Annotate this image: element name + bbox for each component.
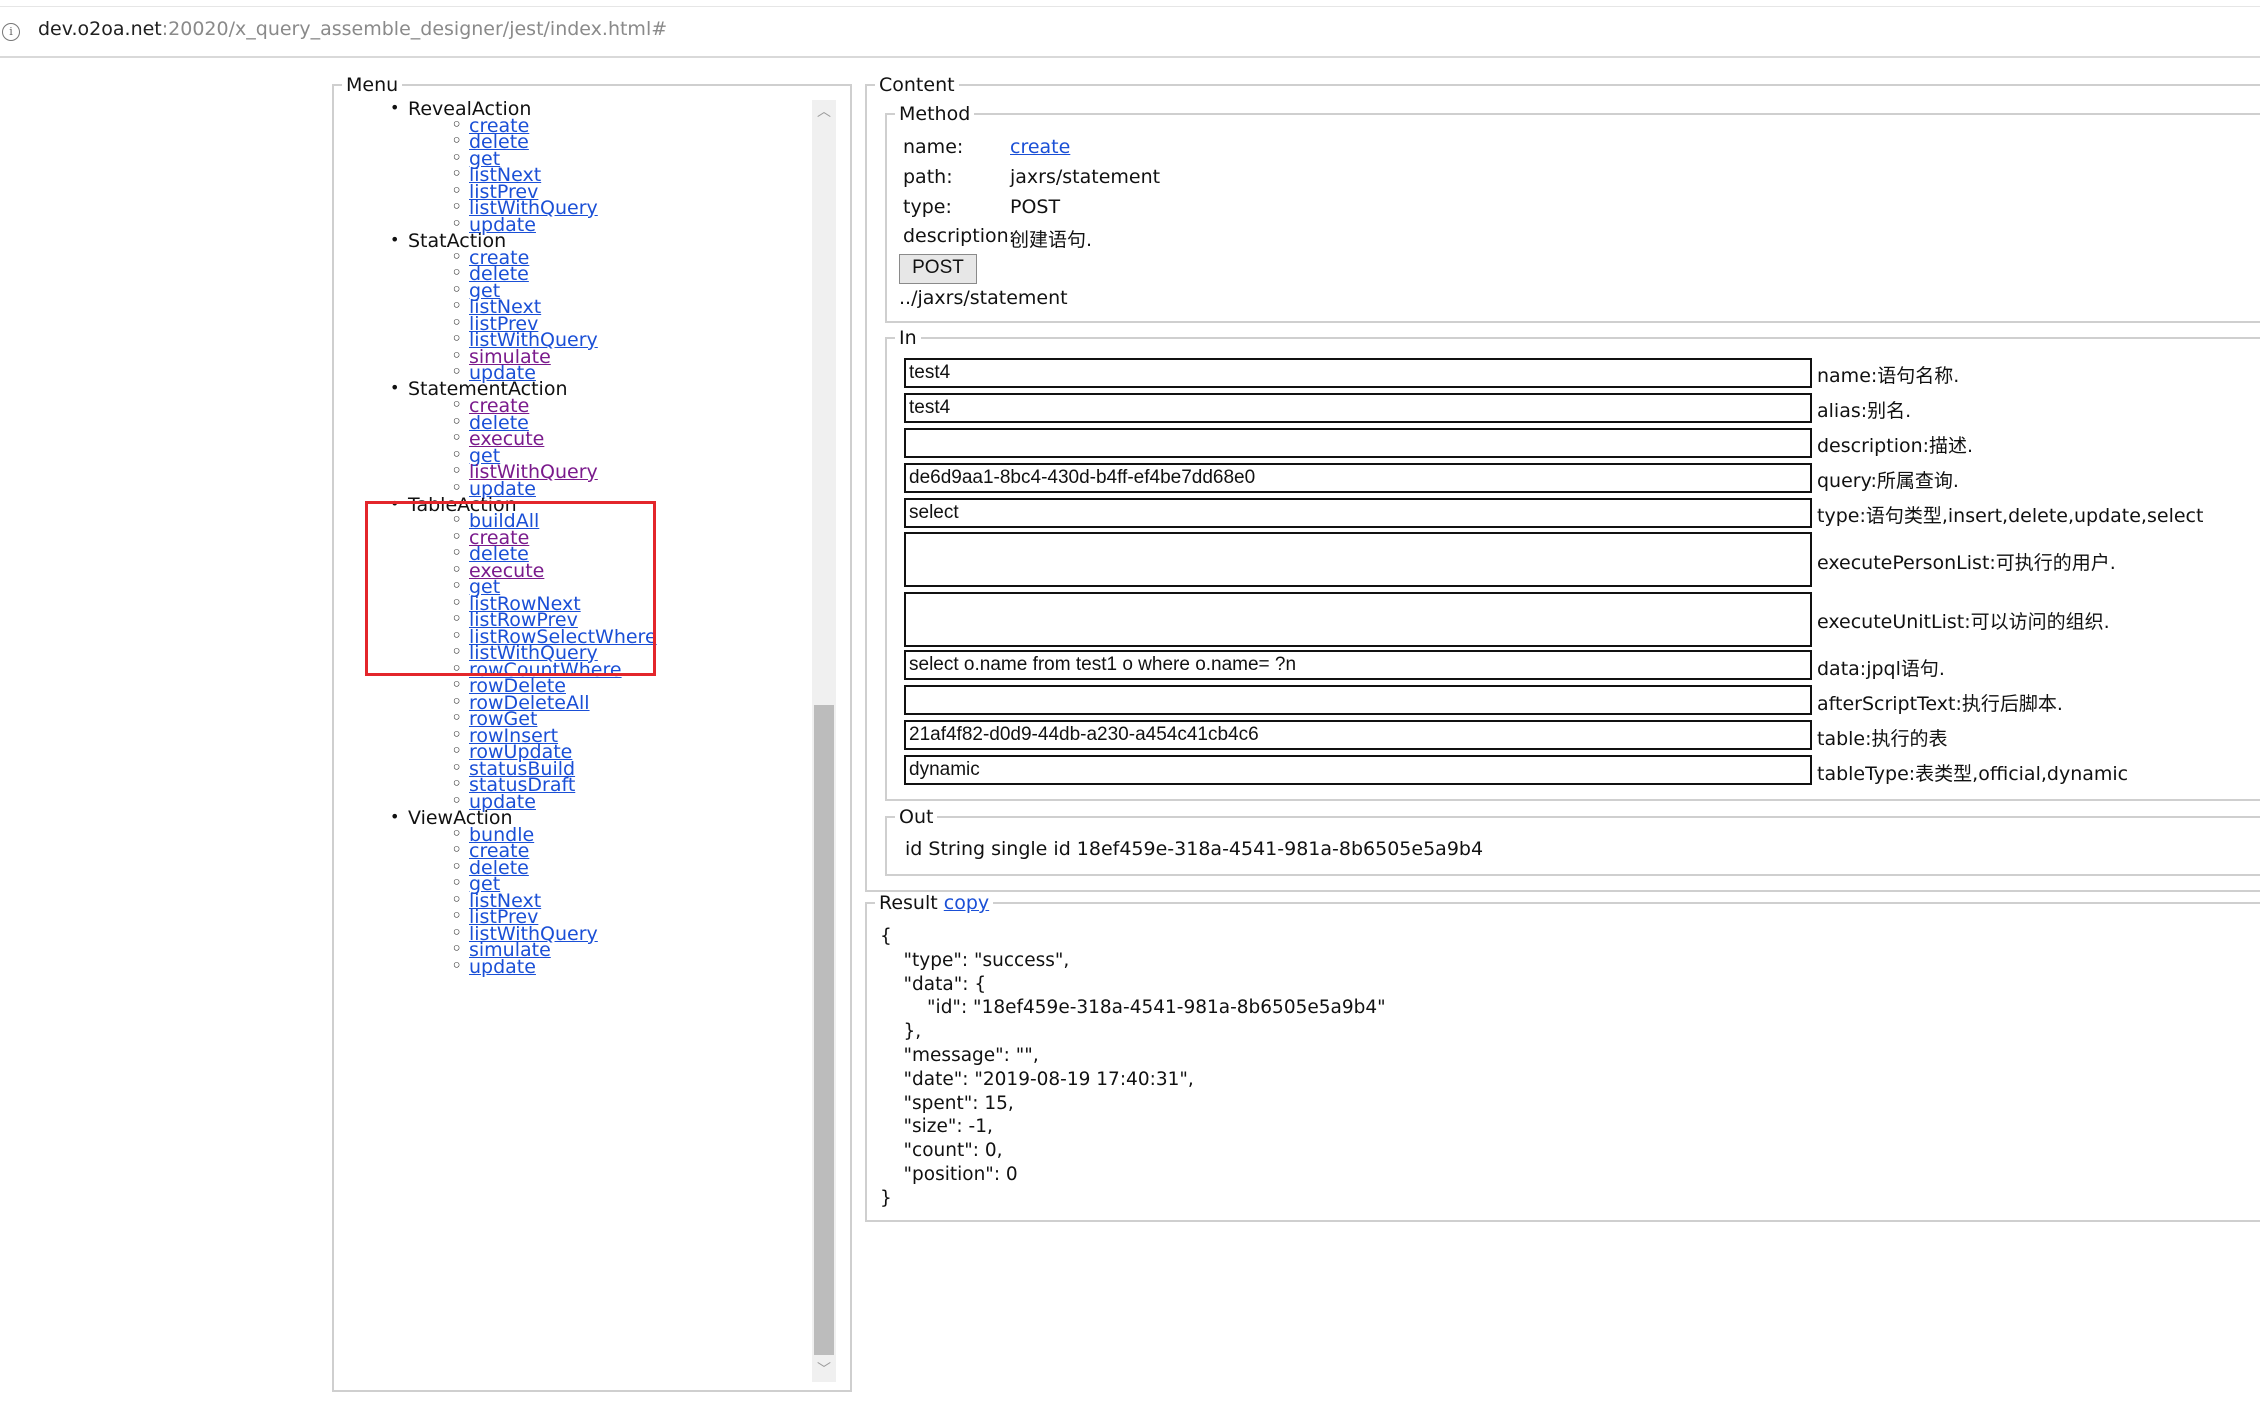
url-host: dev.o2oa.net [38, 18, 162, 40]
out-text: id String single id 18ef459e-318a-4541-9… [905, 838, 1484, 860]
in-label-executeunitlist: executeUnitList:可以访问的组织. [1817, 611, 2110, 633]
menu-scrollbar[interactable]: ︿ ﹀ [812, 100, 836, 1382]
method-path-label: path: [903, 166, 953, 188]
in-field-query[interactable]: de6d9aa1-8bc4-430d-b4ff-ef4be7dd68e0 [904, 463, 1812, 493]
in-label-type: type:语句类型,insert,delete,update,select [1817, 505, 2204, 527]
in-legend: In [899, 327, 917, 349]
menu-item-viewaction-update[interactable]: update [451, 955, 536, 978]
scroll-down-arrow-icon[interactable]: ﹀ [812, 1358, 836, 1382]
method-type-label: type: [903, 196, 952, 218]
in-label-alias: alias:别名. [1817, 400, 1912, 422]
in-field-table[interactable]: 21af4f82-d0d9-44db-a230-a454c41cb4c6 [904, 720, 1812, 750]
url-text[interactable]: dev.o2oa.net:20020/x_query_assemble_desi… [38, 18, 667, 40]
in-label-data: data:jpql语句. [1817, 658, 1945, 680]
info-icon[interactable]: i [2, 23, 20, 41]
method-description-value: 创建语句. [1010, 229, 1093, 251]
method-type-value: POST [1010, 196, 1061, 218]
method-legend: Method [899, 103, 971, 125]
menu-tree: RevealAction create delete get listNext … [334, 98, 814, 1388]
menu-legend: Menu [346, 74, 399, 96]
in-field-data[interactable]: select o.name from test1 o where o.name=… [904, 650, 1812, 680]
in-label-table: table:执行的表 [1817, 728, 1948, 750]
method-url: ../jaxrs/statement [899, 287, 1068, 309]
in-label-executepersonlist: executePersonList:可执行的用户. [1817, 552, 2116, 574]
post-button[interactable]: POST [899, 254, 977, 284]
method-name-label: name: [903, 136, 964, 158]
scroll-up-arrow-icon[interactable]: ︿ [812, 100, 836, 124]
out-legend: Out [899, 806, 934, 828]
content-legend: Content [879, 74, 955, 96]
in-label-afterscripttext: afterScriptText:执行后脚本. [1817, 693, 2063, 715]
method-path-value: jaxrs/statement [1010, 166, 1161, 188]
in-field-tabletype[interactable]: dynamic [904, 755, 1812, 785]
address-bar[interactable]: i dev.o2oa.net:20020/x_query_assemble_de… [0, 0, 2260, 58]
method-description-label: description: [903, 225, 1016, 247]
window-top-border [0, 6, 2260, 7]
result-legend-label: Result [879, 892, 938, 914]
in-field-afterscripttext[interactable] [904, 685, 1812, 715]
in-field-executeunitlist[interactable] [904, 592, 1812, 647]
in-field-type[interactable]: select [904, 498, 1812, 528]
in-label-description: description:描述. [1817, 435, 1974, 457]
in-field-name[interactable]: test4 [904, 358, 1812, 388]
method-panel: Method [885, 103, 2260, 323]
url-path: :20020/x_query_assemble_designer/jest/in… [161, 18, 668, 40]
method-name-link[interactable]: create [1010, 136, 1070, 158]
result-json: { "type": "success", "data": { "id": "18… [880, 926, 1386, 1209]
scrollbar-thumb[interactable] [814, 705, 834, 1355]
copy-link[interactable]: copy [944, 892, 989, 914]
result-legend: Result copy [875, 892, 993, 914]
in-field-executepersonlist[interactable] [904, 532, 1812, 587]
in-label-query: query:所属查询. [1817, 470, 1959, 492]
in-label-tabletype: tableType:表类型,official,dynamic [1817, 763, 2129, 785]
in-label-name: name:语句名称. [1817, 365, 1960, 387]
in-field-alias[interactable]: test4 [904, 393, 1812, 423]
in-field-description[interactable] [904, 428, 1812, 458]
